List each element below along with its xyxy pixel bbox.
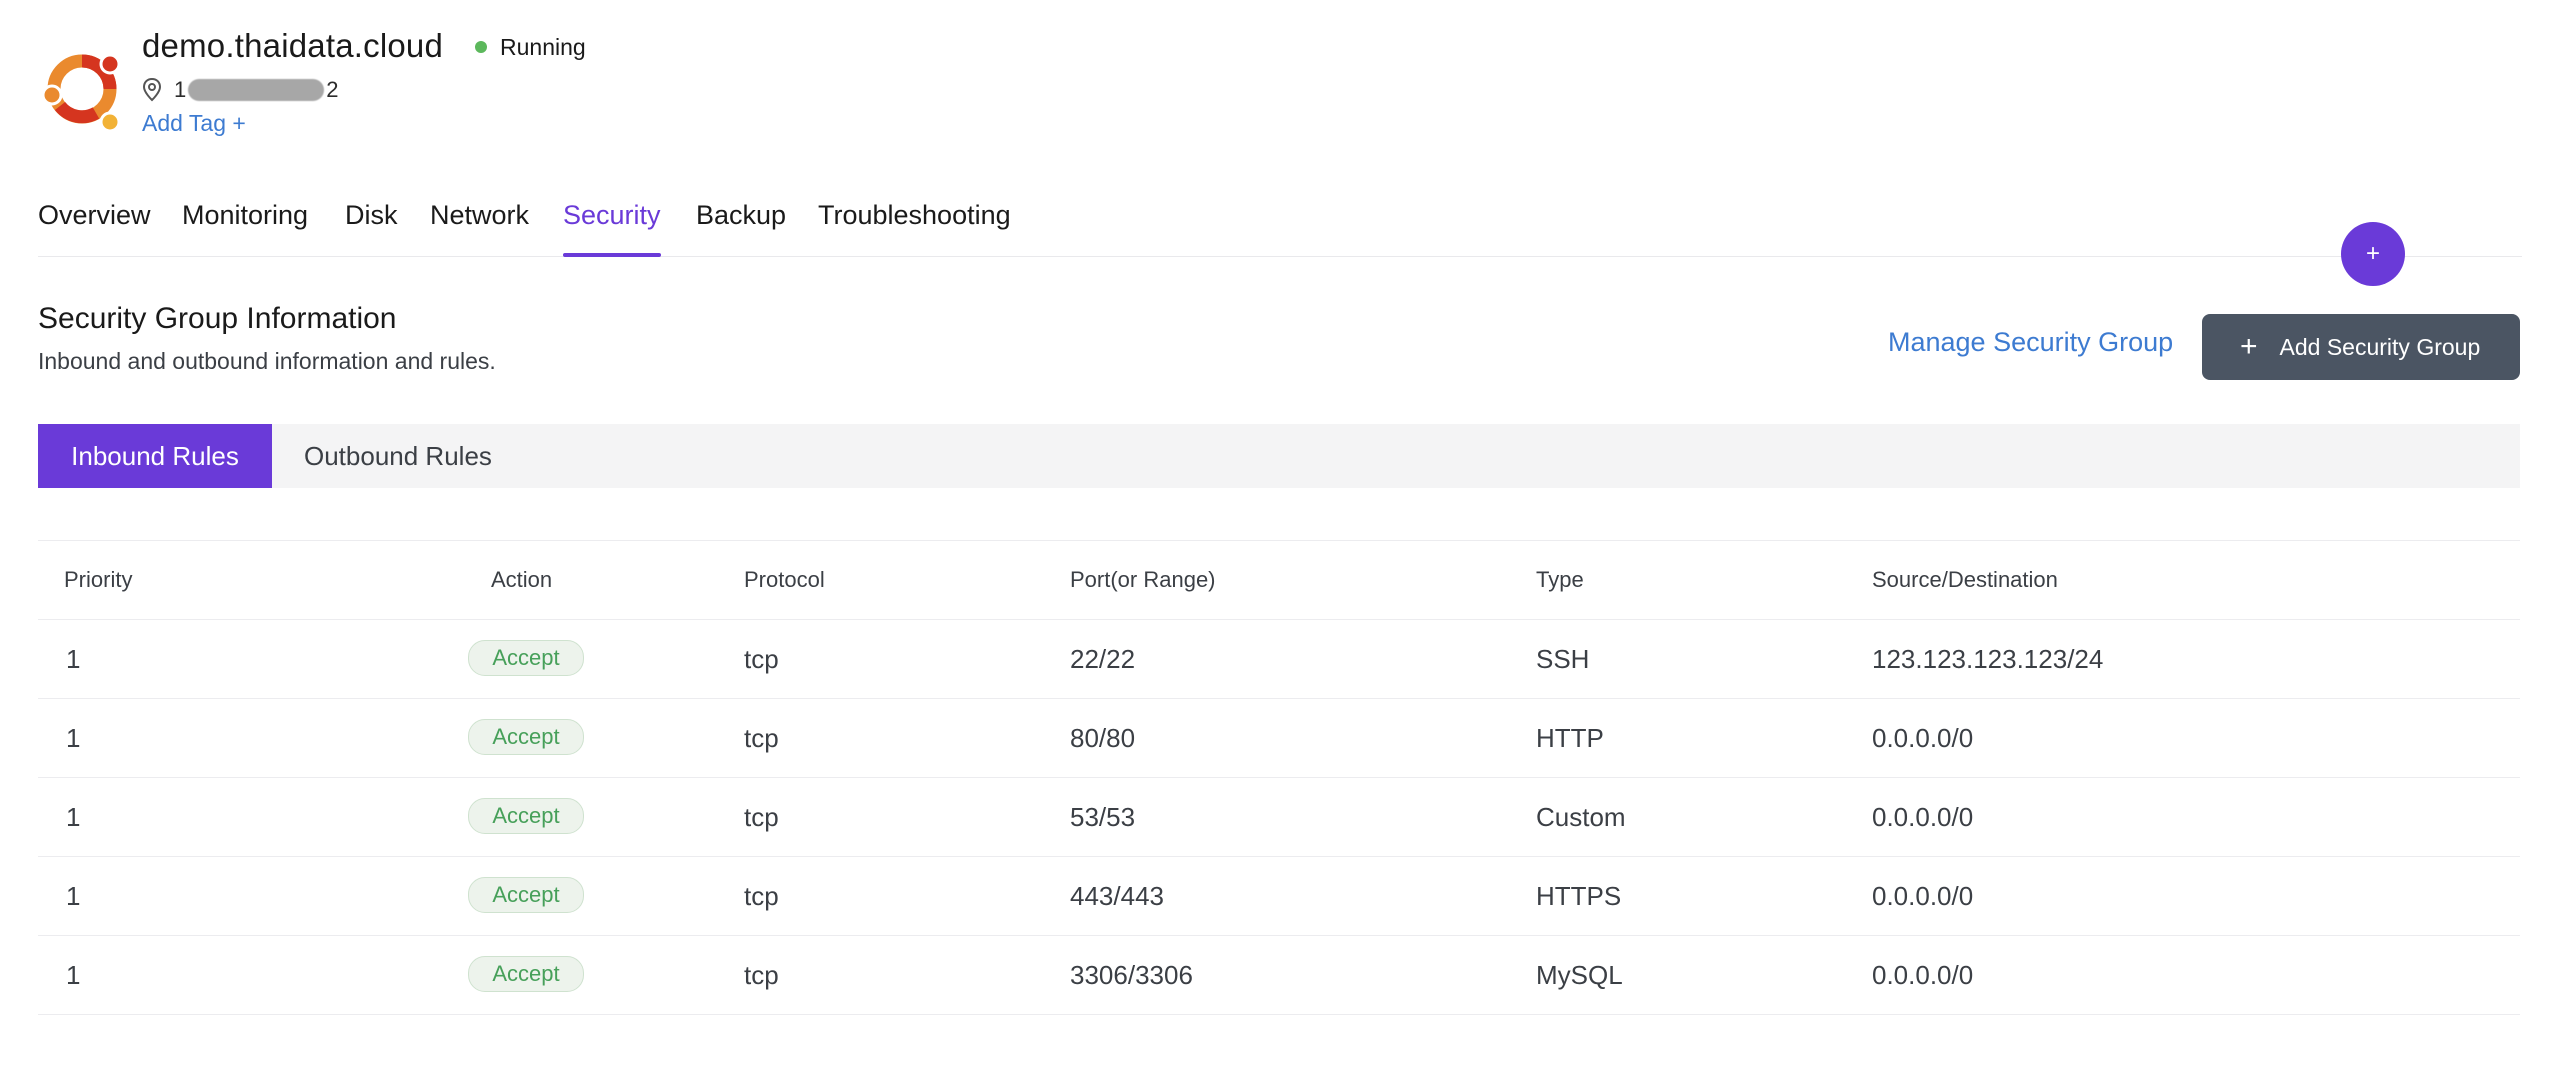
cell-protocol: tcp <box>744 960 779 990</box>
cell-priority: 1 <box>66 644 81 674</box>
status-dot-icon <box>475 41 488 53</box>
tab-monitoring[interactable]: Monitoring <box>182 196 308 256</box>
tab-overview[interactable]: Overview <box>38 196 151 256</box>
ubuntu-logo-icon <box>41 53 121 133</box>
accept-badge: Accept <box>468 798 584 834</box>
cell-type: MySQL <box>1536 960 1623 990</box>
cell-type: HTTPS <box>1536 881 1622 911</box>
table-row: 1 Accept tcp 80/80 HTTP 0.0.0.0/0 <box>38 699 2520 778</box>
cell-priority: 1 <box>66 960 81 990</box>
section-title: Security Group Information <box>38 302 397 335</box>
plus-icon: + <box>2240 330 2258 363</box>
ip-address: 1 2 <box>142 70 339 110</box>
cell-port: 22/22 <box>1070 644 1136 674</box>
tab-backup[interactable]: Backup <box>696 196 786 256</box>
header-port: Port(or Range) <box>1070 567 1216 592</box>
accept-badge: Accept <box>468 640 584 676</box>
cell-port: 80/80 <box>1070 723 1136 753</box>
add-tag-link[interactable]: Add Tag + <box>142 110 246 137</box>
header-action: Action <box>491 567 553 592</box>
cell-source: 0.0.0.0/0 <box>1872 723 1974 753</box>
tab-network[interactable]: Network <box>430 196 529 256</box>
cell-priority: 1 <box>66 802 81 832</box>
rules-table: Priority Action Protocol Port(or Range) … <box>38 540 2520 1015</box>
add-security-group-button[interactable]: + Add Security Group <box>2202 314 2520 380</box>
accept-badge: Accept <box>468 719 584 755</box>
rule-direction-tabs: Inbound Rules Outbound Rules <box>38 424 2520 488</box>
header-priority: Priority <box>64 567 133 592</box>
cell-type: Custom <box>1536 802 1626 832</box>
accept-badge: Accept <box>468 956 584 992</box>
cell-protocol: tcp <box>744 802 779 832</box>
cell-port: 443/443 <box>1070 881 1164 911</box>
accept-badge: Accept <box>468 877 584 913</box>
header-type: Type <box>1536 567 1584 592</box>
add-security-group-label: Add Security Group <box>2279 333 2481 360</box>
tab-disk[interactable]: Disk <box>345 196 398 256</box>
server-header: demo.thaidata.cloud Running 1 2 Add Tag … <box>38 24 838 144</box>
server-name: demo.thaidata.cloud <box>142 27 444 64</box>
cell-type: SSH <box>1536 644 1590 674</box>
table-row: 1 Accept tcp 3306/3306 MySQL 0.0.0.0/0 <box>38 936 2520 1015</box>
cell-port: 53/53 <box>1070 802 1136 832</box>
inbound-rules-tab[interactable]: Inbound Rules <box>38 424 272 488</box>
header-source: Source/Destination <box>1872 567 2058 592</box>
tab-troubleshooting[interactable]: Troubleshooting <box>818 196 1011 256</box>
cell-source: 0.0.0.0/0 <box>1872 960 1974 990</box>
cell-type: HTTP <box>1536 723 1604 753</box>
status-text: Running <box>500 33 586 60</box>
cell-source: 123.123.123.123/24 <box>1872 644 2104 674</box>
table-row: 1 Accept tcp 53/53 Custom 0.0.0.0/0 <box>38 778 2520 857</box>
cell-priority: 1 <box>66 723 81 753</box>
cell-protocol: tcp <box>744 644 779 674</box>
table-row: 1 Accept tcp 22/22 SSH 123.123.123.123/2… <box>38 620 2520 699</box>
server-tabs: Overview Monitoring Disk Network Securit… <box>38 196 2522 257</box>
cell-protocol: tcp <box>744 881 779 911</box>
ip-redacted-mask <box>188 79 325 101</box>
ip-suffix: 2 <box>326 77 339 102</box>
header-protocol: Protocol <box>744 567 825 592</box>
table-row: 1 Accept tcp 443/443 HTTPS 0.0.0.0/0 <box>38 857 2520 936</box>
status-indicator: Running <box>475 34 586 61</box>
manage-security-group-link[interactable]: Manage Security Group <box>1888 327 2173 358</box>
ip-prefix: 1 <box>174 77 187 102</box>
section-subtitle: Inbound and outbound information and rul… <box>38 348 496 374</box>
map-pin-icon <box>142 77 162 102</box>
outbound-rules-tab[interactable]: Outbound Rules <box>304 424 492 488</box>
tab-security[interactable]: Security <box>563 196 661 257</box>
table-header-row: Priority Action Protocol Port(or Range) … <box>38 541 2520 620</box>
cell-protocol: tcp <box>744 723 779 753</box>
cell-source: 0.0.0.0/0 <box>1872 802 1974 832</box>
cell-source: 0.0.0.0/0 <box>1872 881 1974 911</box>
cell-port: 3306/3306 <box>1070 960 1193 990</box>
cell-priority: 1 <box>66 881 81 911</box>
floating-add-button[interactable]: + <box>2341 222 2405 286</box>
